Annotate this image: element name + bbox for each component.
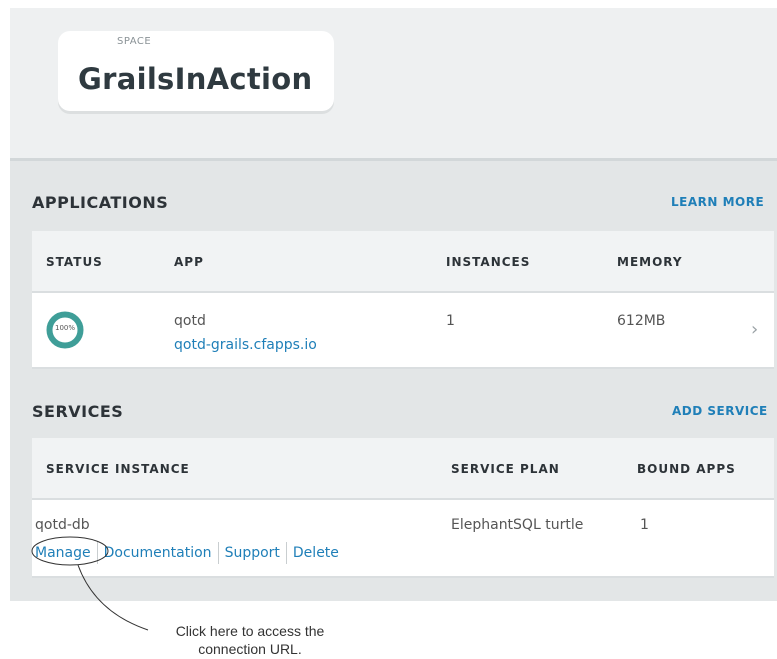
documentation-link[interactable]: Documentation — [104, 545, 212, 561]
divider — [217, 542, 219, 564]
applications-heading: APPLICATIONS — [32, 193, 169, 212]
table-row[interactable] — [32, 291, 774, 369]
learn-more-link[interactable]: LEARN MORE — [671, 195, 764, 209]
chevron-right-icon[interactable]: › — [751, 319, 758, 340]
app-instances: 1 — [446, 313, 455, 329]
add-service-link[interactable]: ADD SERVICE — [672, 404, 768, 418]
column-header-service-instance: SERVICE INSTANCE — [46, 462, 190, 476]
space-name: GrailsInAction — [78, 62, 313, 96]
column-header-memory: MEMORY — [617, 255, 683, 269]
app-name: qotd — [174, 313, 206, 329]
divider — [285, 542, 287, 564]
delete-link[interactable]: Delete — [293, 545, 339, 561]
service-instance-name: qotd-db — [35, 517, 90, 533]
status-percentage: 100% — [54, 324, 75, 332]
column-header-service-plan: SERVICE PLAN — [451, 462, 560, 476]
app-memory: 612MB — [617, 313, 666, 329]
app-url-link[interactable]: qotd-grails.cfapps.io — [174, 337, 317, 353]
divider — [96, 542, 98, 564]
table-row — [32, 498, 774, 578]
support-link[interactable]: Support — [225, 545, 280, 561]
column-header-bound-apps: BOUND APPS — [637, 462, 736, 476]
space-label: SPACE — [117, 36, 152, 47]
service-plan: ElephantSQL turtle — [451, 517, 584, 533]
annotation-line-1: Click here to access the — [175, 623, 325, 639]
bound-apps-count: 1 — [640, 517, 649, 533]
column-header-instances: INSTANCES — [446, 255, 531, 269]
manage-link[interactable]: Manage — [35, 545, 91, 561]
column-header-app: APP — [174, 255, 204, 269]
service-actions: Manage Documentation Support Delete — [35, 542, 339, 564]
column-header-status: STATUS — [46, 255, 103, 269]
services-heading: SERVICES — [32, 402, 124, 421]
annotation-text: Click here to access the connection URL. — [150, 622, 350, 658]
annotation-line-2: connection URL. — [198, 641, 302, 657]
